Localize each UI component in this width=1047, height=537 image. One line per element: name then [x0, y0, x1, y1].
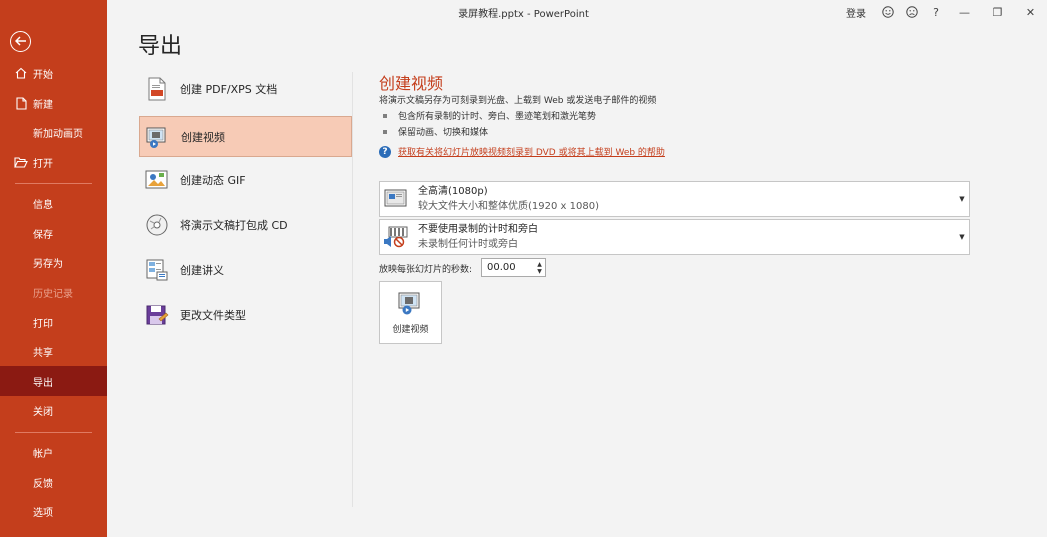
sidebar-item-close[interactable]: 关闭 [0, 395, 107, 425]
dropdown-sub-text: 较大文件大小和整体优质(1920 x 1080) [418, 201, 599, 212]
detail-bullet: 包含所有录制的计时、旁白、墨迹笔划和激光笔势 [383, 109, 596, 122]
sidebar-item-account[interactable]: 帐户 [0, 437, 107, 467]
sidebar-item-options[interactable]: 选项 [0, 496, 107, 526]
sidebar-item-share[interactable]: 共享 [0, 336, 107, 366]
sidebar-item-home[interactable]: 开始 [0, 58, 107, 88]
detail-description: 将演示文稿另存为可刻录到光盘、上载到 Web 或发送电子邮件的视频 [379, 96, 657, 106]
help-button[interactable]: ? [924, 2, 948, 22]
export-option-pdf-xps[interactable]: 创建 PDF/XPS 文档 [139, 68, 352, 109]
export-option-create-handouts[interactable]: 创建讲义 [139, 249, 352, 290]
sidebar-item-print[interactable]: 打印 [0, 307, 107, 337]
close-button[interactable]: ✕ [1014, 2, 1047, 22]
dropdown-arrow-icon: ▼ [959, 195, 965, 203]
gif-image-icon [145, 168, 169, 192]
new-file-icon [14, 96, 28, 110]
seconds-per-slide-stepper[interactable]: 00.00 ▲ ▼ [481, 258, 546, 277]
narration-muted-icon [383, 225, 409, 249]
restore-button[interactable]: ❐ [981, 2, 1014, 22]
export-option-create-gif[interactable]: 创建动态 GIF [139, 159, 352, 200]
export-option-label: 创建 PDF/XPS 文档 [180, 82, 278, 96]
sidebar-divider [15, 183, 92, 184]
decrement-arrow-icon[interactable]: ▼ [537, 268, 542, 275]
bullet-square-icon [383, 129, 387, 134]
title-bar-controls: 登录 ? — ❐ ✕ [846, 2, 1047, 22]
seconds-per-slide-label: 放映每张幻灯片的秒数: [379, 265, 473, 275]
create-video-button[interactable]: 创建视频 [379, 281, 442, 344]
export-option-label: 创建视频 [181, 130, 225, 144]
increment-arrow-icon[interactable]: ▲ [537, 261, 542, 268]
export-option-label: 创建讲义 [180, 263, 224, 277]
sidebar-item-export[interactable]: 导出 [0, 366, 107, 396]
smile-feedback-icon[interactable] [876, 2, 900, 22]
sidebar-item-open[interactable]: 打开 [0, 147, 107, 177]
dropdown-sub-text: 未录制任何计时或旁白 [418, 239, 518, 250]
page-title: 导出 [138, 34, 183, 59]
sidebar-item-feedback[interactable]: 反馈 [0, 467, 107, 497]
home-icon [14, 66, 28, 80]
video-quality-dropdown[interactable]: 全高清(1080p) 较大文件大小和整体优质(1920 x 1080) ▼ [379, 181, 970, 217]
panel-divider [352, 72, 353, 507]
create-video-icon [397, 290, 425, 316]
video-icon [146, 125, 170, 149]
sidebar-item-info[interactable]: 信息 [0, 188, 107, 218]
backstage-sidebar: 开始 新建 新加动画页 打开 信息 保存 另存为 历史记录 打印 共享 导出 关… [0, 0, 107, 537]
sidebar-item-save-as[interactable]: 另存为 [0, 247, 107, 277]
sidebar-item-new-animation-page[interactable]: 新加动画页 [0, 117, 107, 147]
export-option-package-cd[interactable]: 将演示文稿打包成 CD [139, 204, 352, 245]
help-question-icon: ? [379, 145, 391, 158]
handout-icon [145, 258, 169, 282]
sidebar-divider [15, 432, 92, 433]
dropdown-main-text: 全高清(1080p) [418, 186, 488, 197]
sidebar-item-save[interactable]: 保存 [0, 218, 107, 248]
seconds-value[interactable]: 00.00 [482, 262, 534, 273]
frown-feedback-icon[interactable] [900, 2, 924, 22]
help-link[interactable]: ? 获取有关将幻灯片放映视频刻录到 DVD 或将其上载到 Web 的帮助 [379, 145, 665, 158]
sidebar-item-history: 历史记录 [33, 288, 73, 300]
export-option-label: 创建动态 GIF [180, 173, 246, 187]
folder-open-icon [14, 155, 28, 169]
login-link[interactable]: 登录 [846, 5, 866, 20]
dropdown-arrow-icon: ▼ [959, 233, 965, 241]
dropdown-main-text: 不要使用录制的计时和旁白 [418, 224, 538, 235]
export-option-change-file-type[interactable]: 更改文件类型 [139, 294, 352, 335]
back-button[interactable] [10, 31, 31, 52]
minimize-button[interactable]: — [948, 2, 981, 22]
export-option-label: 将演示文稿打包成 CD [180, 218, 288, 232]
bullet-square-icon [383, 113, 387, 118]
timings-narration-dropdown[interactable]: 不要使用录制的计时和旁白 未录制任何计时或旁白 ▼ [379, 219, 970, 255]
detail-bullet: 保留动画、切换和媒体 [383, 125, 488, 138]
change-file-type-icon [145, 303, 169, 327]
cd-icon [145, 213, 169, 237]
back-arrow-icon [14, 35, 27, 49]
pdf-document-icon [145, 77, 169, 101]
export-option-create-video[interactable]: 创建视频 [139, 116, 352, 157]
presentation-quality-icon [383, 187, 409, 211]
export-option-label: 更改文件类型 [180, 308, 246, 322]
detail-title: 创建视频 [379, 74, 444, 93]
sidebar-item-new[interactable]: 新建 [0, 88, 107, 118]
